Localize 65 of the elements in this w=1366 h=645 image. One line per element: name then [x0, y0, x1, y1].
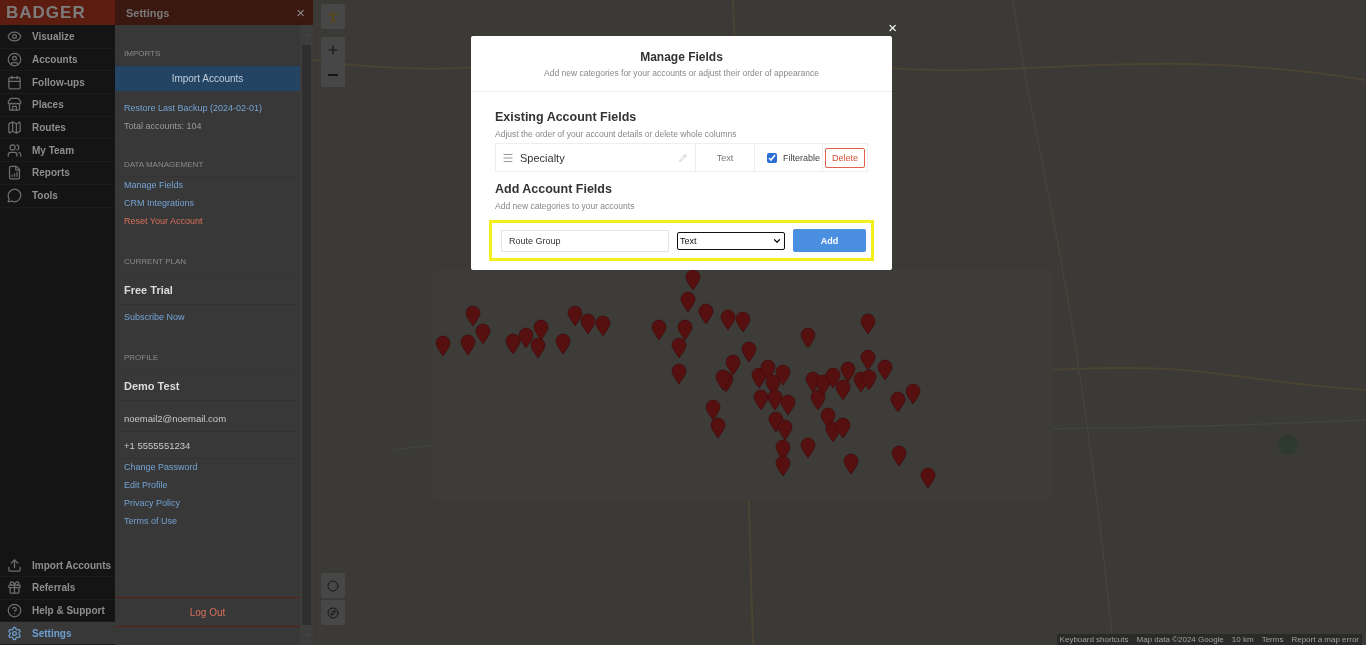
scroll-bar[interactable] — [300, 25, 313, 645]
close-button[interactable]: × — [296, 4, 305, 21]
plus-icon — [326, 42, 340, 57]
dialog-subtitle: Add new categories for your accounts or adjust their order of appearance — [544, 68, 819, 78]
accounts-count-text: Total accounts: 104 — [123, 120, 203, 133]
panel-title: Settings — [126, 6, 170, 19]
nav-icon — [7, 165, 22, 181]
section-label: CURRENT PLAN — [115, 257, 300, 274]
compass-icon — [327, 606, 339, 619]
close-button[interactable]: × — [888, 20, 897, 35]
attribution-text: Keyboard shortcuts — [1059, 635, 1129, 644]
dialog-title: Manage Fields — [640, 50, 723, 64]
logo-text: BADGER — [0, 0, 115, 25]
locate-button[interactable] — [321, 600, 345, 625]
import-accounts-button[interactable]: Import Accounts — [115, 66, 300, 91]
section-heading: Add Account Fields — [495, 182, 613, 196]
field-name-input[interactable]: Route Group — [501, 229, 669, 252]
nav-icon — [7, 120, 22, 136]
nav-icon — [7, 52, 22, 68]
settings-link[interactable]: Terms of Use — [115, 513, 300, 531]
nav-icon — [7, 29, 22, 45]
nav-icon — [7, 625, 22, 641]
settings-link[interactable]: Restore Last Backup (2024-02-01) — [115, 100, 300, 118]
drag-handle-icon[interactable] — [502, 151, 514, 164]
zoom-in-button[interactable] — [321, 37, 345, 62]
nav-icon — [7, 142, 22, 158]
add-button[interactable]: Add — [793, 229, 866, 252]
section-label: DATA MANAGEMENT — [115, 160, 300, 177]
nav-icon — [7, 557, 22, 573]
zoom-out-button[interactable] — [321, 62, 345, 87]
reset-account-link[interactable]: Reset Your Account — [115, 213, 300, 231]
nav-icon — [7, 188, 22, 204]
nav-icon — [7, 97, 22, 113]
person-icon — [325, 8, 341, 25]
settings-link[interactable]: Manage Fields — [115, 177, 300, 195]
section-description: Add new categories to your accounts — [495, 201, 636, 211]
attribution-text: Terms — [1261, 635, 1284, 644]
settings-link[interactable]: CRM Integrations — [115, 195, 300, 213]
section-heading: Existing Account Fields — [495, 110, 638, 124]
settings-link[interactable]: Subscribe Now — [115, 309, 300, 327]
nav-icon — [7, 602, 22, 618]
circle-icon — [327, 579, 339, 592]
street-view-button[interactable] — [321, 4, 345, 29]
filterable-checkbox[interactable] — [767, 152, 777, 163]
field-type-select[interactable]: Text — [677, 231, 785, 250]
edit-icon[interactable] — [679, 153, 687, 162]
attribution-text: 10 km — [1231, 635, 1254, 644]
nav-icon — [7, 74, 22, 90]
log-out-button[interactable]: Log Out — [115, 597, 300, 627]
section-description: Adjust the order of your account details or delete whole columns — [495, 129, 738, 139]
nav-icon — [7, 580, 22, 596]
attribution-text: Report a map error — [1291, 635, 1359, 644]
settings-link[interactable]: Change Password — [115, 459, 300, 477]
minus-icon — [328, 73, 338, 76]
field-name: Specialty — [520, 151, 566, 164]
nav-item[interactable]: Settings — [0, 622, 115, 645]
settings-link[interactable]: Edit Profile — [115, 477, 300, 495]
map-layer-button[interactable] — [321, 573, 345, 598]
section-label: PROFILE — [115, 353, 300, 370]
settings-link[interactable]: Privacy Policy — [115, 495, 300, 513]
checkbox-label: Filterable — [783, 152, 820, 163]
field-type: Text — [696, 144, 755, 171]
delete-button[interactable]: Delete — [825, 147, 865, 168]
attribution-text: Map data ©2024 Google — [1136, 635, 1224, 644]
nav-item[interactable]: Referrals — [0, 576, 115, 600]
